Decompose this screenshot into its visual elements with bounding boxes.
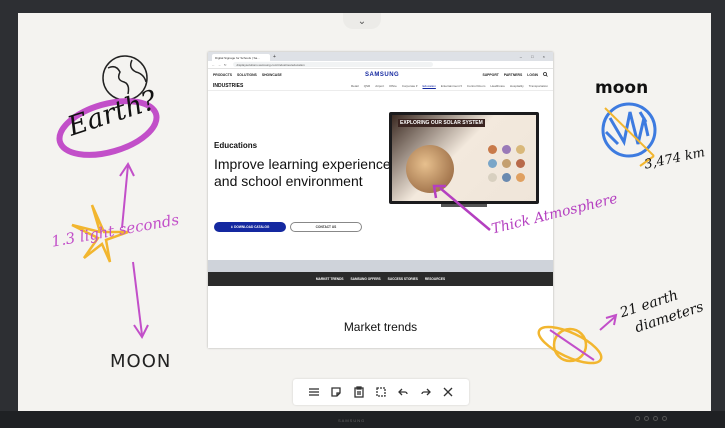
monitor-title: EXPLORING OUR SOLAR SYSTEM — [398, 119, 485, 127]
industry-link[interactable]: Hospitality — [510, 84, 524, 88]
note-icon[interactable] — [329, 385, 343, 399]
industry-link[interactable]: Healthcare — [490, 84, 505, 88]
monitor-stand — [441, 204, 487, 207]
moon-right-annotation: moon — [595, 78, 649, 98]
contact-us-button[interactable]: CONTACT US — [290, 222, 362, 232]
industry-link[interactable]: Retail — [351, 84, 359, 88]
redo-icon[interactable] — [419, 385, 433, 399]
forward-icon[interactable]: → — [218, 63, 221, 67]
section-market-trends[interactable]: MARKET TRENDS — [316, 277, 344, 281]
section-success-stories[interactable]: SUCCESS STORIES — [388, 277, 418, 281]
browser-window[interactable]: Digital Signage for Schools | Sa... + – … — [208, 52, 553, 348]
image-strip — [208, 260, 553, 272]
nav-login[interactable]: LOGIN — [527, 73, 538, 77]
nav-support[interactable]: SUPPORT — [482, 73, 498, 77]
industries-subnav: INDUSTRIES Retail QSR Airport Office Corpora… — [208, 81, 553, 91]
nav-showcase[interactable]: SHOWCASE — [262, 73, 282, 77]
planet-thumbnail — [516, 145, 525, 154]
industry-link[interactable]: Airport — [375, 84, 384, 88]
industry-link[interactable]: Education — [423, 84, 436, 88]
close-icon[interactable] — [441, 385, 455, 399]
download-catalog-button[interactable]: ⬇ DOWNLOAD CATALOG — [214, 222, 286, 232]
section-samsung-offers[interactable]: SAMSUNG OFFERS — [351, 277, 381, 281]
hero-title: Improve learning experience and school e… — [214, 156, 391, 189]
planet-thumbnail — [488, 173, 497, 182]
section-nav: MARKET TRENDS SAMSUNG OFFERS SUCCESS STO… — [208, 272, 553, 286]
browser-tabbar: Digital Signage for Schools | Sa... + – … — [208, 52, 553, 61]
paste-icon[interactable] — [352, 385, 366, 399]
reload-icon[interactable]: ↻ — [224, 63, 227, 67]
back-icon[interactable]: ← — [212, 63, 215, 67]
samsung-logo[interactable]: SAMSUNG — [365, 72, 399, 78]
bezel-brand: SAMSUNG — [338, 418, 366, 423]
hardware-buttons — [635, 416, 667, 421]
hero-eyebrow: Educations — [214, 141, 258, 150]
menu-icon[interactable] — [307, 385, 321, 399]
planet-thumbnail — [488, 145, 497, 154]
industry-link[interactable]: Corporate ▾ — [402, 84, 418, 88]
section-title: Market trends — [343, 320, 418, 334]
hardware-button[interactable] — [653, 416, 658, 421]
planet-thumbnail — [516, 173, 525, 182]
planet-thumbnail — [502, 145, 511, 154]
planet-thumbnail — [502, 159, 511, 168]
hero-monitor-image: EXPLORING OUR SOLAR SYSTEM — [389, 112, 539, 204]
search-icon[interactable] — [543, 72, 548, 78]
hardware-button[interactable] — [644, 416, 649, 421]
browser-tab[interactable]: Digital Signage for Schools | Sa... — [212, 54, 270, 61]
section-resources[interactable]: RESOURCES — [425, 277, 445, 281]
hardware-button[interactable] — [662, 416, 667, 421]
industry-link[interactable]: Transportation — [529, 84, 548, 88]
tab-title: Digital Signage for Schools | Sa... — [215, 55, 260, 60]
moon-left-annotation: MOON — [110, 351, 172, 372]
industry-link[interactable]: QSR — [364, 84, 371, 88]
planet-thumbnail — [516, 159, 525, 168]
industry-link[interactable]: Entertainment ▾ — [441, 84, 462, 88]
address-bar: ← → ↻ displaysolutions.samsung.com/indus… — [208, 61, 553, 69]
nav-partners[interactable]: PARTNERS — [504, 73, 522, 77]
site-nav: PRODUCTS SOLUTIONS SHOWCASE SAMSUNG SUPP… — [208, 69, 553, 81]
industry-links: Retail QSR Airport Office Corporate ▾ Educati… — [351, 84, 548, 88]
chevron-down-icon[interactable]: ⌄ — [343, 13, 381, 29]
nav-solutions[interactable]: SOLUTIONS — [237, 73, 257, 77]
hardware-button[interactable] — [635, 416, 640, 421]
planet-thumbnail — [502, 173, 511, 182]
whiteboard-toolbar — [293, 379, 469, 405]
select-icon[interactable] — [374, 385, 388, 399]
saturn-image — [406, 145, 454, 193]
industry-link[interactable]: Office — [389, 84, 397, 88]
undo-icon[interactable] — [396, 385, 410, 399]
planet-thumbnail — [488, 159, 497, 168]
url-input[interactable]: displaysolutions.samsung.com/industries/… — [232, 62, 433, 67]
industries-label: INDUSTRIES — [213, 82, 244, 89]
window-controls[interactable]: – □ × — [520, 54, 553, 59]
industry-link[interactable]: Control Room — [467, 84, 486, 88]
new-tab-icon[interactable]: + — [273, 54, 276, 60]
nav-products[interactable]: PRODUCTS — [213, 73, 232, 77]
